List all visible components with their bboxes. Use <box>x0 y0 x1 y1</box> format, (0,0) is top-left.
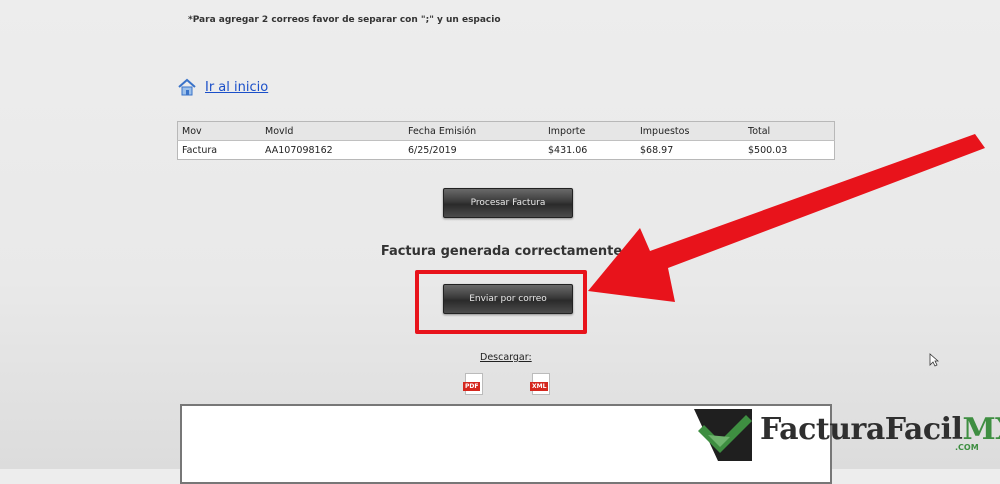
cell-importe: $431.06 <box>548 144 588 156</box>
xml-download-icon[interactable]: XML <box>530 373 552 395</box>
logo-text-main: FacturaFacil <box>760 412 963 447</box>
success-message: Factura generada correctamente. <box>380 244 628 259</box>
cell-movid: AA107098162 <box>265 144 333 156</box>
email-separator-note: *Para agregar 2 correos favor de separar… <box>188 15 501 25</box>
column-header: Impuestos <box>636 121 744 141</box>
highlight-box <box>415 270 587 334</box>
cell-impuestos: $68.97 <box>640 144 674 156</box>
annotation-arrow <box>588 134 985 302</box>
home-link[interactable]: Ir al inicio <box>177 78 268 96</box>
cell-fecha: 6/25/2019 <box>408 144 457 156</box>
logo-text-accent: MX <box>962 412 1000 447</box>
cell-total: $500.03 <box>748 144 788 156</box>
table-header-row: Mov MovId Fecha Emisión Importe Impuesto… <box>177 121 835 141</box>
pdf-download-icon[interactable]: PDF <box>463 373 485 395</box>
cell-mov: Factura <box>182 144 218 156</box>
home-icon <box>178 78 196 96</box>
column-header: MovId <box>261 121 404 141</box>
process-invoice-button[interactable]: Procesar Factura <box>443 188 573 218</box>
mouse-pointer-icon <box>929 353 939 367</box>
column-header: Mov <box>177 121 261 141</box>
home-link-label: Ir al inicio <box>205 79 269 95</box>
logo-domain: .COM <box>955 443 979 452</box>
invoice-table: Mov MovId Fecha Emisión Importe Impuesto… <box>177 121 835 160</box>
column-header: Fecha Emisión <box>404 121 544 141</box>
logo-wordmark: FacturaFacilMX <box>760 412 1000 447</box>
column-header: Total <box>744 121 835 141</box>
column-header: Importe <box>544 121 636 141</box>
pdf-tag: PDF <box>463 382 481 391</box>
download-label: Descargar: <box>480 352 532 363</box>
table-row: Factura AA107098162 6/25/2019 $431.06 $6… <box>178 141 835 160</box>
xml-tag: XML <box>530 382 549 391</box>
